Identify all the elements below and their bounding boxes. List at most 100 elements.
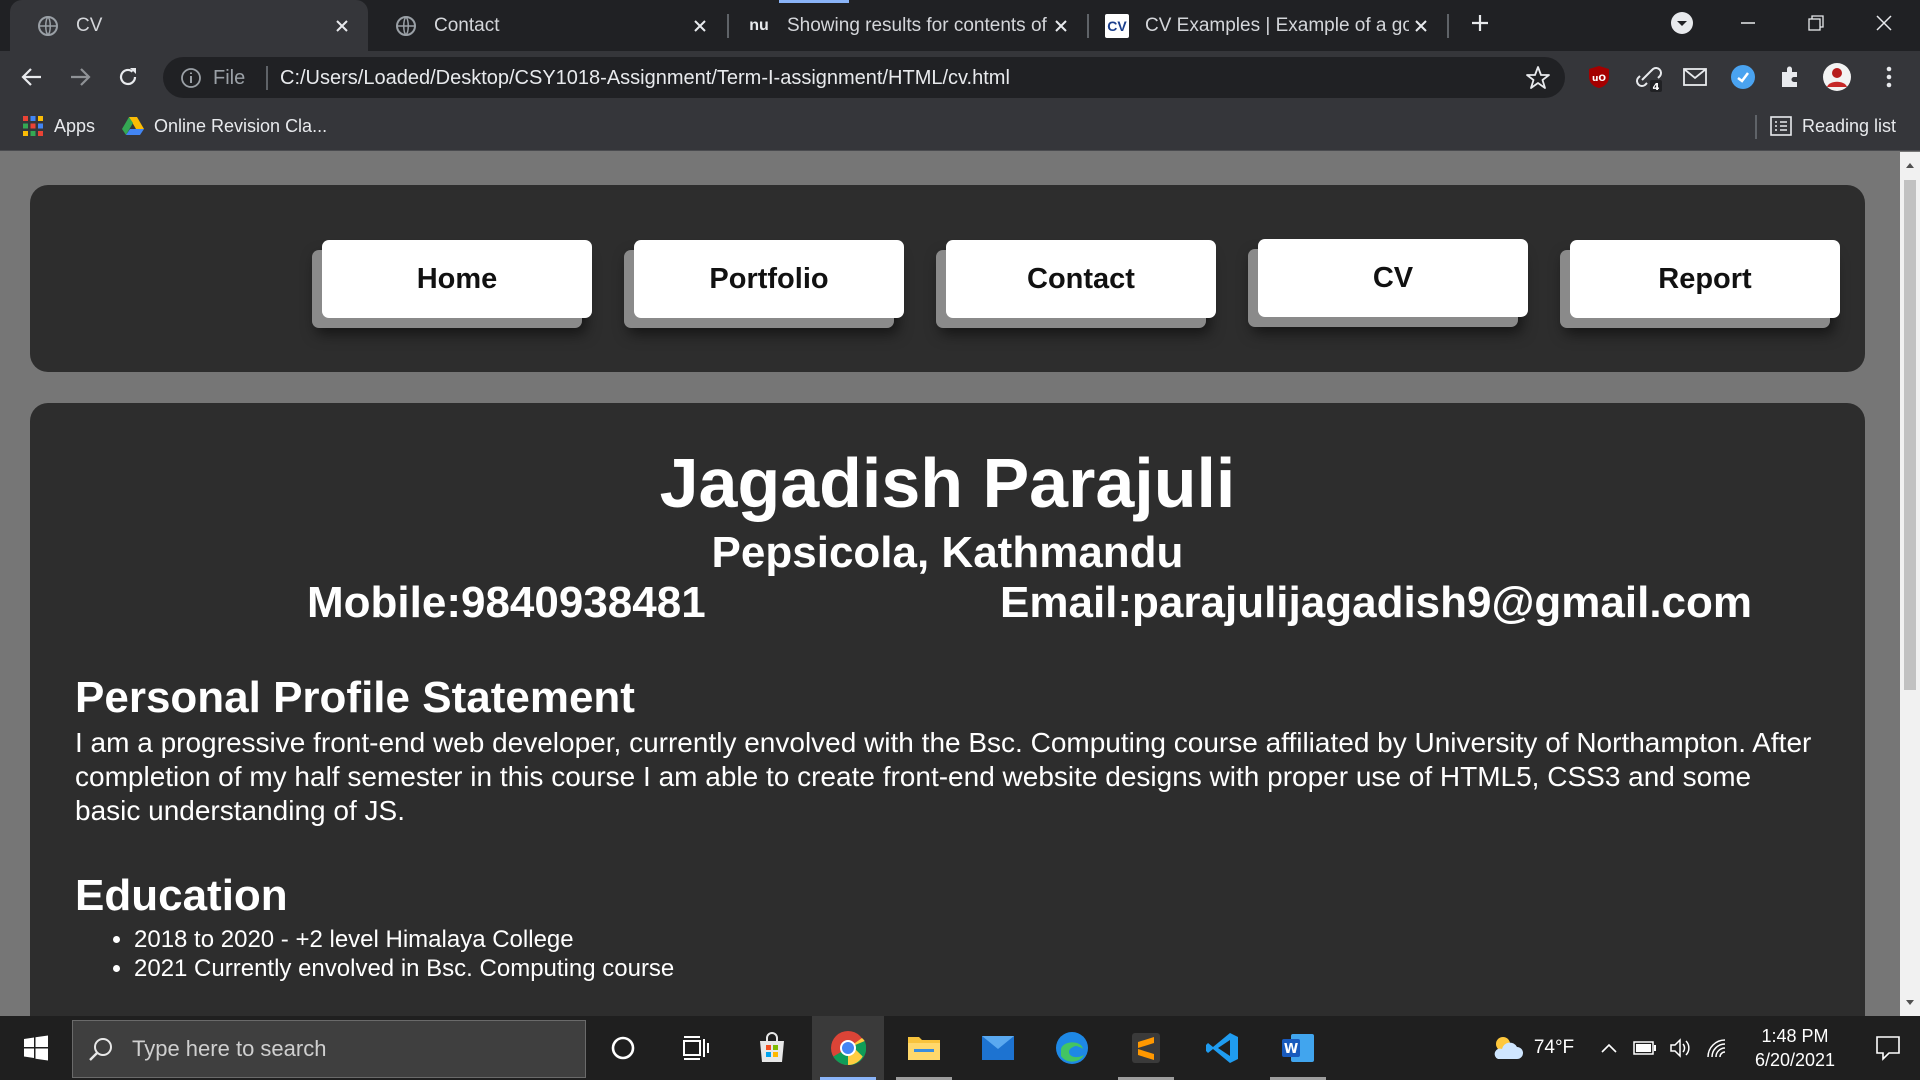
url-text[interactable]: C:/Users/Loaded/Desktop/CSY1018-Assignme… (280, 67, 1010, 90)
nav-contact[interactable]: Contact (946, 240, 1216, 318)
taskbar-search-box[interactable]: Type here to search (72, 1020, 586, 1078)
search-placeholder: Type here to search (132, 1036, 327, 1061)
cv-address: Pepsicola, Kathmandu (711, 528, 1184, 577)
task-view-button[interactable] (660, 1016, 732, 1080)
profile-avatar-icon[interactable] (1822, 62, 1852, 92)
taskbar-edge[interactable] (1036, 1016, 1108, 1080)
kebab-menu-icon[interactable] (1874, 62, 1904, 92)
tab-contact[interactable]: Contact (368, 0, 726, 51)
bookmark-apps[interactable]: Apps (22, 115, 95, 137)
show-hidden-icons-button[interactable] (1592, 1016, 1626, 1080)
bookmark-label: Apps (54, 115, 96, 136)
address-bar[interactable]: File C:/Users/Loaded/Desktop/CSY1018-Ass… (163, 57, 1565, 98)
scheme-label: File (213, 67, 246, 89)
taskbar-vscode[interactable] (1186, 1016, 1258, 1080)
cv-name: Jagadish Parajuli (659, 444, 1236, 522)
bookmark-label: Online Revision Cla... (154, 115, 328, 136)
bookmark-star-icon[interactable] (1525, 65, 1551, 91)
extension-badge: 4 (1653, 82, 1660, 92)
nav-home[interactable]: Home (322, 240, 592, 318)
puzzle-extensions-icon[interactable] (1775, 62, 1805, 92)
taskbar-store[interactable] (736, 1016, 808, 1080)
profile-text: I am a progressive front-end web develop… (75, 727, 1812, 826)
speaker-icon (1670, 1038, 1690, 1058)
new-tab-button[interactable] (1450, 0, 1510, 45)
weather-widget[interactable]: 74°F (1482, 1016, 1582, 1080)
cv-favicon-icon: CV (1105, 13, 1129, 38)
back-button[interactable] (14, 59, 50, 95)
search-icon (89, 1038, 112, 1061)
scroll-up-arrow-icon[interactable] (1905, 160, 1915, 170)
forward-button[interactable] (62, 59, 98, 95)
microsoft-store-icon (760, 1032, 784, 1062)
windows-taskbar: Type here to search W 74°F 1:48 PM 6/20/… (0, 1016, 1920, 1080)
globe-icon (394, 14, 418, 38)
folder-icon (908, 1037, 940, 1060)
close-window-button[interactable] (1852, 0, 1916, 45)
nav-report[interactable]: Report (1570, 240, 1840, 318)
restore-icon (1808, 14, 1824, 31)
info-icon[interactable] (179, 66, 203, 90)
chevron-up-icon (1601, 1043, 1617, 1053)
cv-mobile: Mobile:9840938481 (307, 578, 706, 627)
vscode-icon (1206, 1033, 1238, 1063)
clock-time: 1:48 PM (1761, 1026, 1829, 1046)
tab-cv-examples[interactable]: CV CV Examples | Example of a good (1089, 0, 1447, 51)
close-tab-icon[interactable] (1049, 14, 1073, 38)
cv-content: Jagadish Parajuli Pepsicola, Kathmandu M… (30, 403, 1865, 1016)
link-extension-icon[interactable]: 4 (1634, 62, 1664, 92)
list-item: 2018 to 2020 - +2 level Himalaya College (134, 925, 674, 954)
reload-icon (119, 68, 137, 86)
task-view-icon (683, 1036, 709, 1060)
tab-title: Contact (434, 14, 500, 36)
clock-date: 6/20/2021 (1754, 1050, 1836, 1070)
taskbar-chrome[interactable] (812, 1016, 884, 1080)
taskbar-word[interactable]: W (1262, 1016, 1334, 1080)
mail-extension-icon[interactable] (1680, 62, 1710, 92)
reading-list-button[interactable]: Reading list (1770, 115, 1896, 137)
google-drive-icon (122, 117, 144, 135)
browser-toolbar: File C:/Users/Loaded/Desktop/CSY1018-Ass… (0, 51, 1920, 103)
bookmark-online-revision[interactable]: Online Revision Cla... (122, 115, 327, 137)
action-center-button[interactable] (1856, 1016, 1920, 1080)
grammar-extension-icon[interactable] (1728, 62, 1758, 92)
scroll-thumb[interactable] (1904, 180, 1916, 690)
sublime-text-icon (1132, 1033, 1160, 1063)
tab-title: CV (76, 14, 103, 36)
close-tab-icon[interactable] (330, 14, 354, 38)
windows-logo-icon (24, 1035, 48, 1061)
clock[interactable]: 1:48 PM 6/20/2021 (1740, 1016, 1850, 1080)
start-button[interactable] (0, 1016, 72, 1080)
nav-cv[interactable]: CV (1258, 239, 1528, 317)
taskbar-file-explorer[interactable] (888, 1016, 960, 1080)
minimize-button[interactable] (1716, 0, 1780, 45)
taskbar-sublime-text[interactable] (1110, 1016, 1182, 1080)
tab-cv[interactable]: CV (10, 0, 368, 51)
tab-search-button[interactable] (1650, 0, 1714, 45)
bookmarks-bar: Apps Online Revision Cla... Reading list (0, 103, 1920, 151)
taskbar-mail[interactable] (962, 1016, 1034, 1080)
cortana-button[interactable] (587, 1016, 659, 1080)
tab-search-results[interactable]: nu Showing results for contents of t (729, 0, 1087, 51)
close-tab-icon[interactable] (688, 14, 712, 38)
globe-icon (36, 14, 60, 38)
page-scrollbar[interactable] (1900, 152, 1920, 1016)
volume-button[interactable] (1664, 1016, 1698, 1080)
profile-heading: Personal Profile Statement (75, 673, 635, 722)
scroll-down-arrow-icon[interactable] (1905, 998, 1915, 1008)
nav-portfolio[interactable]: Portfolio (634, 240, 904, 318)
battery-button[interactable] (1628, 1016, 1662, 1080)
cv-email: Email:parajulijagadish9@gmail.com (1000, 578, 1753, 627)
tab-strip: CV Contact nu Showing results for conten… (0, 0, 1920, 51)
reload-button[interactable] (110, 59, 146, 95)
cloud-sun-icon (1494, 1037, 1523, 1059)
weather-temp: 74°F (1533, 1037, 1575, 1058)
battery-icon (1633, 1041, 1656, 1055)
close-tab-icon[interactable] (1409, 14, 1433, 38)
plus-icon (1472, 14, 1488, 31)
restore-button[interactable] (1784, 0, 1848, 45)
ublock-extension-icon[interactable]: uO (1584, 62, 1614, 92)
site-nav: Home Portfolio Contact CV Report (30, 185, 1865, 372)
network-button[interactable] (1700, 1016, 1734, 1080)
wifi-icon (1707, 1039, 1726, 1058)
